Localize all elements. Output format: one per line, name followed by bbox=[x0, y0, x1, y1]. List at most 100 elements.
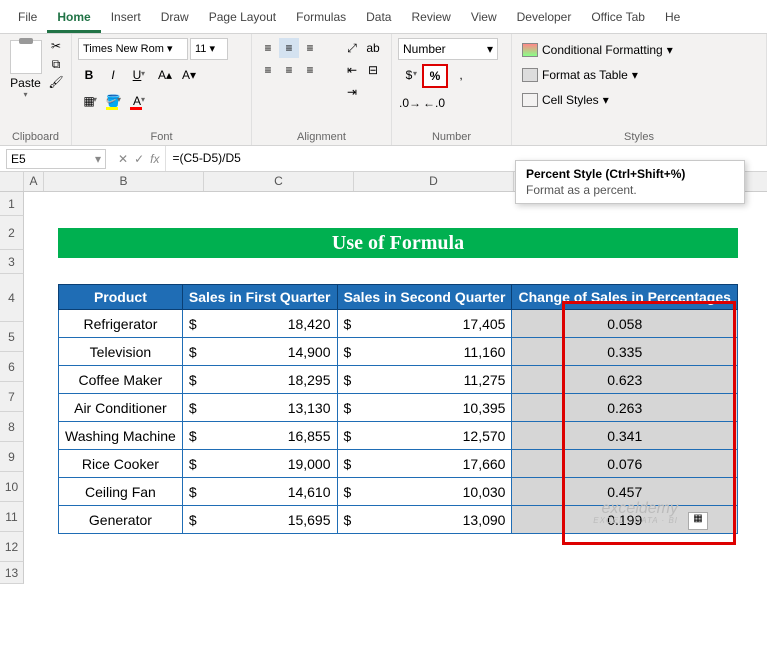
cell-q2[interactable]: $17,405 bbox=[337, 310, 512, 338]
cell-q2[interactable]: $13,090 bbox=[337, 506, 512, 534]
cell-styles-button[interactable]: Cell Styles ▾ bbox=[518, 88, 613, 112]
row-header-12[interactable]: 12 bbox=[0, 532, 24, 562]
col-header-B[interactable]: B bbox=[44, 172, 204, 191]
wrap-text-button[interactable]: ab bbox=[363, 38, 383, 58]
cancel-formula-icon[interactable]: ✕ bbox=[118, 152, 128, 166]
col-header-D[interactable]: D bbox=[354, 172, 514, 191]
cell-q1[interactable]: $15,695 bbox=[182, 506, 337, 534]
col-header-corner[interactable] bbox=[0, 172, 24, 191]
increase-indent-button[interactable]: ⇥ bbox=[342, 82, 362, 102]
grow-font-button[interactable]: A▴ bbox=[154, 64, 176, 86]
cell-product[interactable]: Television bbox=[59, 338, 183, 366]
tab-he[interactable]: He bbox=[655, 4, 690, 33]
font-size-select[interactable]: 11 ▾ bbox=[190, 38, 228, 60]
cut-button[interactable]: ✂ bbox=[47, 38, 65, 54]
shrink-font-button[interactable]: A▾ bbox=[178, 64, 200, 86]
tab-formulas[interactable]: Formulas bbox=[286, 4, 356, 33]
cell-product[interactable]: Generator bbox=[59, 506, 183, 534]
row-header-2[interactable]: 2 bbox=[0, 216, 24, 250]
col-header-C[interactable]: C bbox=[204, 172, 354, 191]
cell-product[interactable]: Rice Cooker bbox=[59, 450, 183, 478]
underline-button[interactable]: U bbox=[126, 64, 148, 86]
cell-product[interactable]: Ceiling Fan bbox=[59, 478, 183, 506]
percent-style-button[interactable]: % bbox=[422, 64, 448, 88]
merge-button[interactable]: ⊟ bbox=[363, 60, 383, 80]
row-header-5[interactable]: 5 bbox=[0, 322, 24, 352]
col-header-A[interactable]: A bbox=[24, 172, 44, 191]
align-center-button[interactable]: ≡ bbox=[279, 60, 299, 80]
row-header-4[interactable]: 4 bbox=[0, 274, 24, 322]
enter-formula-icon[interactable]: ✓ bbox=[134, 152, 144, 166]
tab-draw[interactable]: Draw bbox=[151, 4, 199, 33]
row-header-8[interactable]: 8 bbox=[0, 412, 24, 442]
cell-pct[interactable]: 0.341 bbox=[512, 422, 738, 450]
tab-office-tab[interactable]: Office Tab bbox=[581, 4, 655, 33]
cell-q2[interactable]: $12,570 bbox=[337, 422, 512, 450]
fill-color-button[interactable]: 🪣 bbox=[102, 90, 124, 112]
borders-button[interactable]: ▦ bbox=[78, 90, 100, 112]
cell-q2[interactable]: $10,395 bbox=[337, 394, 512, 422]
cell-product[interactable]: Refrigerator bbox=[59, 310, 183, 338]
row-header-10[interactable]: 10 bbox=[0, 472, 24, 502]
format-as-table-button[interactable]: Format as Table ▾ bbox=[518, 63, 642, 87]
cell-product[interactable]: Air Conditioner bbox=[59, 394, 183, 422]
cell-q2[interactable]: $17,660 bbox=[337, 450, 512, 478]
name-box[interactable]: E5▾ bbox=[6, 149, 106, 169]
copy-button[interactable]: ⧉ bbox=[47, 56, 65, 72]
tab-home[interactable]: Home bbox=[47, 4, 100, 33]
accounting-button[interactable]: $ bbox=[398, 64, 420, 86]
row-header-11[interactable]: 11 bbox=[0, 502, 24, 532]
align-top-button[interactable]: ≡ bbox=[258, 38, 278, 58]
cell-q1[interactable]: $18,420 bbox=[182, 310, 337, 338]
cell-q1[interactable]: $14,610 bbox=[182, 478, 337, 506]
cell-q2[interactable]: $11,275 bbox=[337, 366, 512, 394]
cell-q1[interactable]: $18,295 bbox=[182, 366, 337, 394]
conditional-formatting-button[interactable]: Conditional Formatting ▾ bbox=[518, 38, 677, 62]
tab-insert[interactable]: Insert bbox=[101, 4, 151, 33]
cell-q2[interactable]: $11,160 bbox=[337, 338, 512, 366]
cell-pct[interactable]: 0.623 bbox=[512, 366, 738, 394]
align-left-button[interactable]: ≡ bbox=[258, 60, 278, 80]
cell-q1[interactable]: $19,000 bbox=[182, 450, 337, 478]
row-header-1[interactable]: 1 bbox=[0, 192, 24, 216]
increase-decimal-button[interactable]: .0→ bbox=[398, 92, 420, 114]
align-middle-button[interactable]: ≡ bbox=[279, 38, 299, 58]
cell-pct[interactable]: 0.263 bbox=[512, 394, 738, 422]
decrease-indent-button[interactable]: ⇤ bbox=[342, 60, 362, 80]
cells-area[interactable]: Use of Formula ProductSales in First Qua… bbox=[24, 192, 767, 584]
row-header-13[interactable]: 13 bbox=[0, 562, 24, 584]
cell-pct[interactable]: 0.058 bbox=[512, 310, 738, 338]
tab-view[interactable]: View bbox=[461, 4, 507, 33]
cell-pct[interactable]: 0.335 bbox=[512, 338, 738, 366]
tab-review[interactable]: Review bbox=[401, 4, 460, 33]
cell-q2[interactable]: $10,030 bbox=[337, 478, 512, 506]
row-header-6[interactable]: 6 bbox=[0, 352, 24, 382]
orientation-button[interactable]: ⤢ bbox=[342, 38, 362, 58]
cell-q1[interactable]: $14,900 bbox=[182, 338, 337, 366]
font-color-button[interactable]: A bbox=[126, 90, 148, 112]
align-bottom-button[interactable]: ≡ bbox=[300, 38, 320, 58]
row-header-9[interactable]: 9 bbox=[0, 442, 24, 472]
bold-button[interactable]: B bbox=[78, 64, 100, 86]
paste-button[interactable]: Paste ▾ bbox=[6, 38, 45, 99]
number-format-select[interactable]: Number▾ bbox=[398, 38, 498, 60]
tab-page-layout[interactable]: Page Layout bbox=[199, 4, 286, 33]
cell-pct[interactable]: 0.076 bbox=[512, 450, 738, 478]
comma-style-button[interactable]: , bbox=[450, 64, 472, 86]
paste-options-button[interactable]: ▦ bbox=[688, 512, 708, 530]
format-painter-button[interactable]: 🖌 bbox=[47, 74, 65, 90]
tab-developer[interactable]: Developer bbox=[507, 4, 582, 33]
tab-data[interactable]: Data bbox=[356, 4, 401, 33]
font-name-select[interactable]: Times New Rom ▾ bbox=[78, 38, 188, 60]
italic-button[interactable]: I bbox=[102, 64, 124, 86]
cell-product[interactable]: Coffee Maker bbox=[59, 366, 183, 394]
cell-q1[interactable]: $13,130 bbox=[182, 394, 337, 422]
fx-icon[interactable]: fx bbox=[150, 152, 159, 166]
cell-q1[interactable]: $16,855 bbox=[182, 422, 337, 450]
row-header-3[interactable]: 3 bbox=[0, 250, 24, 274]
decrease-decimal-button[interactable]: ←.0 bbox=[422, 92, 444, 114]
row-header-7[interactable]: 7 bbox=[0, 382, 24, 412]
tab-file[interactable]: File bbox=[8, 4, 47, 33]
cell-product[interactable]: Washing Machine bbox=[59, 422, 183, 450]
align-right-button[interactable]: ≡ bbox=[300, 60, 320, 80]
